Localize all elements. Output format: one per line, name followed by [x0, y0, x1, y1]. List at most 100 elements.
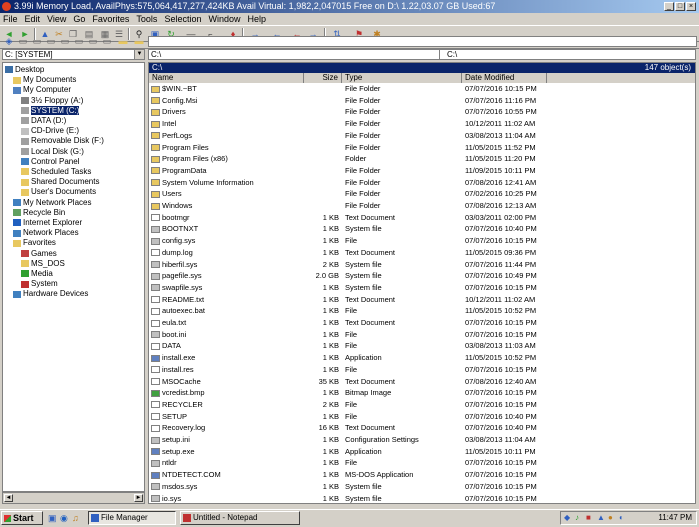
- drive-a-icon[interactable]: ▭: [18, 36, 28, 46]
- minimize-button[interactable]: _: [664, 2, 674, 11]
- drive-g-icon[interactable]: ▭: [88, 36, 98, 46]
- table-row[interactable]: Drivers File Folder 07/07/2016 10:55 PM: [149, 107, 695, 116]
- table-row[interactable]: setup.exe 1 KB Application 11/05/2015 10:11…: [149, 447, 695, 456]
- scroll-left-icon[interactable]: ◄: [4, 494, 13, 502]
- menu-item-0[interactable]: File: [3, 14, 18, 24]
- table-row[interactable]: vcredist.bmp 1 KB Bitmap Image 07/07/2016 1…: [149, 388, 695, 397]
- table-row[interactable]: PerfLogs File Folder 03/08/2013 11:04 AM: [149, 131, 695, 140]
- column-header-name[interactable]: Name: [149, 73, 304, 83]
- clock[interactable]: 11:47 PM: [658, 512, 692, 524]
- table-row[interactable]: io.sys 1 KB System file 07/07/2016 10:15 PM: [149, 494, 695, 503]
- menu-item-6[interactable]: Selection: [164, 14, 201, 24]
- network-drive-icon[interactable]: ◈: [4, 36, 14, 46]
- table-row[interactable]: dump.log 1 KB Text Document 11/05/2015 09:3…: [149, 248, 695, 257]
- drive-c-icon[interactable]: ▭: [32, 36, 42, 46]
- media-quicklaunch-icon[interactable]: ♫: [72, 513, 81, 523]
- table-row[interactable]: Users File Folder 07/02/2016 10:25 PM: [149, 189, 695, 198]
- table-row[interactable]: $WIN.~BT File Folder 07/07/2016 10:15 PM: [149, 84, 695, 93]
- command-line-input[interactable]: [148, 36, 697, 47]
- table-row[interactable]: README.txt 1 KB Text Document 10/12/2011 11…: [149, 295, 695, 304]
- table-row[interactable]: swapfile.sys 1 KB System file 07/07/2016 10…: [149, 283, 695, 292]
- table-row[interactable]: ProgramData File Folder 11/09/2015 10:11 P…: [149, 166, 695, 175]
- tree-node[interactable]: User's Documents: [21, 187, 96, 196]
- tree-node[interactable]: Hardware Devices: [13, 289, 88, 298]
- tree-node[interactable]: MS_DOS: [21, 259, 65, 268]
- tree-node[interactable]: 3½ Floppy (A:): [21, 96, 83, 105]
- table-row[interactable]: install.exe 1 KB Application 11/05/2015 10:…: [149, 353, 695, 362]
- folder-tree[interactable]: Desktop My Documents My Computer 3½ Floppy …: [2, 62, 145, 492]
- tree-node[interactable]: Games: [21, 249, 57, 258]
- table-row[interactable]: msdos.sys 1 KB System file 07/07/2016 10:15…: [149, 482, 695, 491]
- tree-node[interactable]: DATA (D:): [21, 116, 66, 125]
- table-row[interactable]: install.res 1 KB File 07/07/2016 10:15 PM: [149, 365, 695, 374]
- volume-tray-icon[interactable]: ♪: [575, 512, 579, 524]
- tree-node[interactable]: System: [21, 279, 58, 288]
- drive-e-icon[interactable]: ▭: [60, 36, 70, 46]
- close-button[interactable]: ×: [686, 2, 696, 11]
- folder-shortcut-icon[interactable]: ▬: [118, 36, 128, 46]
- menu-item-1[interactable]: Edit: [25, 14, 41, 24]
- table-row[interactable]: autoexec.bat 1 KB File 11/05/2015 10:52 PM: [149, 306, 695, 315]
- scroll-right-icon[interactable]: ►: [134, 494, 143, 502]
- tree-node[interactable]: Media: [21, 269, 53, 278]
- column-header-type[interactable]: Type: [342, 73, 462, 83]
- power-tray-icon[interactable]: ●: [608, 512, 613, 524]
- table-row[interactable]: Program Files (x86) Folder 11/05/2015 11:2…: [149, 154, 695, 163]
- table-row[interactable]: bootmgr 1 KB Text Document 03/03/2011 02:00…: [149, 213, 695, 222]
- drive-d-icon[interactable]: ▭: [46, 36, 56, 46]
- menu-item-3[interactable]: Go: [73, 14, 85, 24]
- table-row[interactable]: setup.ini 1 KB Configuration Settings 03/08…: [149, 435, 695, 444]
- language-tray-icon[interactable]: ◐: [619, 512, 624, 524]
- menu-item-4[interactable]: Favorites: [92, 14, 129, 24]
- title-bar[interactable]: 3.99i Memory Load, AvailPhys:575,064,417…: [0, 0, 699, 13]
- open-folder-icon[interactable]: ▬: [134, 36, 144, 46]
- drive-h-icon[interactable]: ▭: [102, 36, 112, 46]
- path-bar[interactable]: C:\ C:\: [148, 49, 696, 60]
- tree-node[interactable]: Internet Explorer: [13, 218, 82, 227]
- table-row[interactable]: Windows File Folder 07/08/2016 12:13 AM: [149, 201, 695, 210]
- table-row[interactable]: Intel File Folder 10/12/2011 11:02 AM: [149, 119, 695, 128]
- table-row[interactable]: SETUP 1 KB File 07/07/2016 10:40 PM: [149, 412, 695, 421]
- tree-node[interactable]: Network Places: [13, 228, 79, 237]
- security-tray-icon[interactable]: ■: [586, 512, 591, 524]
- table-row[interactable]: eula.txt 1 KB Text Document 07/07/2016 10:1…: [149, 318, 695, 327]
- browser-quicklaunch-icon[interactable]: ◉: [60, 513, 69, 523]
- tree-node[interactable]: Recycle Bin: [13, 208, 65, 217]
- tree-node[interactable]: Desktop: [5, 65, 44, 74]
- tree-node[interactable]: My Network Places: [13, 198, 91, 207]
- chevron-down-icon[interactable]: ▼: [134, 50, 144, 59]
- drive-f-icon[interactable]: ▭: [74, 36, 84, 46]
- tree-node[interactable]: Favorites: [13, 238, 56, 247]
- table-row[interactable]: BOOTNXT 1 KB System file 07/07/2016 10:40 P…: [149, 224, 695, 233]
- menu-item-2[interactable]: View: [47, 14, 66, 24]
- tree-node[interactable]: Scheduled Tasks: [21, 167, 91, 176]
- app-icon[interactable]: [2, 2, 11, 11]
- table-row[interactable]: DATA 1 KB File 03/08/2013 11:03 AM: [149, 341, 695, 350]
- table-row[interactable]: hiberfil.sys 2 KB System file 07/07/2016 11…: [149, 260, 695, 269]
- menu-item-7[interactable]: Window: [208, 14, 240, 24]
- taskbar-button[interactable]: Untitled - Notepad: [180, 511, 300, 525]
- menu-item-5[interactable]: Tools: [136, 14, 157, 24]
- tree-node[interactable]: Removable Disk (F:): [21, 136, 104, 145]
- table-row[interactable]: Config.Msi File Folder 07/07/2016 11:16 PM: [149, 96, 695, 105]
- tree-node[interactable]: Shared Documents: [21, 177, 99, 186]
- tree-node[interactable]: Local Disk (G:): [21, 147, 84, 156]
- tree-horizontal-scrollbar[interactable]: ◄ ►: [2, 492, 145, 504]
- table-row[interactable]: NTDETECT.COM 1 KB MS-DOS Application 07/07/…: [149, 470, 695, 479]
- maximize-button[interactable]: □: [675, 2, 685, 11]
- table-row[interactable]: pagefile.sys 2.0 GB System file 07/07/2016 …: [149, 271, 695, 280]
- tree-node[interactable]: My Documents: [13, 75, 76, 84]
- start-button[interactable]: Start: [1, 511, 43, 525]
- table-row[interactable]: MSOCache 35 KB Text Document 07/08/2016 12:…: [149, 377, 695, 386]
- drive-selector[interactable]: C: [SYSTEM] ▼: [2, 49, 145, 60]
- tree-node[interactable]: SYSTEM (C:): [21, 105, 80, 115]
- table-row[interactable]: Recovery.log 16 KB Text Document 07/07/2016…: [149, 423, 695, 432]
- table-row[interactable]: boot.ini 1 KB File 07/07/2016 10:15 PM: [149, 330, 695, 339]
- tree-node[interactable]: CD-Drive (E:): [21, 126, 79, 135]
- table-row[interactable]: Program Files File Folder 11/05/2015 11:52…: [149, 143, 695, 152]
- column-header-size[interactable]: Size: [304, 73, 342, 83]
- column-header-date[interactable]: Date Modified: [462, 73, 547, 83]
- file-list[interactable]: C:\ 147 object(s) Name Size Type Date Mo…: [148, 62, 696, 504]
- tree-node[interactable]: My Computer: [13, 85, 71, 94]
- table-row[interactable]: System Volume Information File Folder 07/0…: [149, 178, 695, 187]
